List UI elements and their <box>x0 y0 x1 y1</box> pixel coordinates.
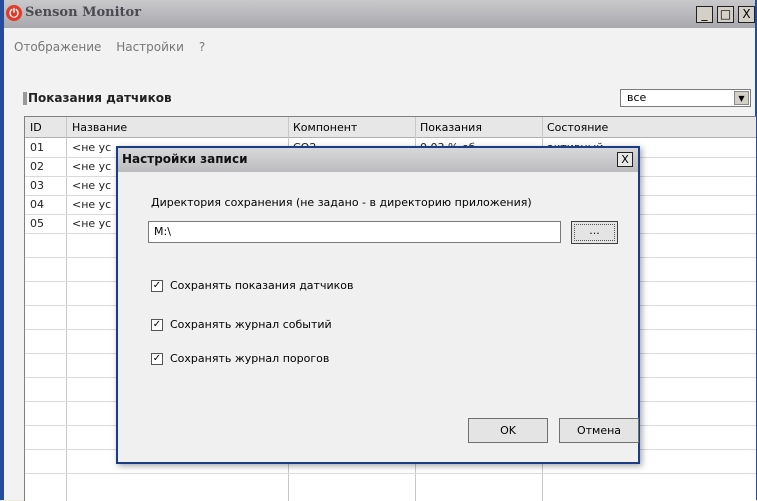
save-readings-label: Сохранять показания датчиков <box>170 279 354 292</box>
dialog-close-button[interactable]: X <box>617 152 633 167</box>
header-name[interactable]: Название <box>72 121 127 134</box>
save-thresholds-label: Сохранять журнал порогов <box>170 352 330 365</box>
close-button[interactable]: X <box>738 6 755 23</box>
ok-button[interactable]: OK <box>468 418 548 443</box>
cell-name[interactable]: <не ус <box>72 217 111 230</box>
menu-bar: Отображение Настройки ? <box>14 40 216 54</box>
header-id[interactable]: ID <box>30 121 42 134</box>
save-readings-checkbox[interactable]: ✓ <box>151 280 163 292</box>
save-events-label: Сохранять журнал событий <box>170 318 332 331</box>
dialog-title-bar[interactable]: Настройки записи X <box>118 148 638 172</box>
cell-name[interactable]: <не ус <box>72 160 111 173</box>
column-divider <box>66 117 67 501</box>
filter-dropdown[interactable]: все ▼ <box>620 89 751 107</box>
chevron-down-icon[interactable]: ▼ <box>734 91 749 105</box>
cell-name[interactable]: <не ус <box>72 141 111 154</box>
header-reading[interactable]: Показания <box>420 121 482 134</box>
cell-id[interactable]: 04 <box>30 198 44 211</box>
maximize-button[interactable]: □ <box>717 6 734 23</box>
save-thresholds-checkbox[interactable]: ✓ <box>151 353 163 365</box>
directory-input[interactable]: M:\ <box>148 221 561 243</box>
minimize-button[interactable]: _ <box>696 6 713 23</box>
filter-value: все <box>627 91 647 104</box>
cancel-button[interactable]: Отмена <box>559 418 639 443</box>
cell-id[interactable]: 01 <box>30 141 44 154</box>
menu-display[interactable]: Отображение <box>14 40 101 54</box>
row-divider <box>25 473 756 474</box>
cell-name[interactable]: <не ус <box>72 198 111 211</box>
cell-name[interactable]: <не ус <box>72 179 111 192</box>
dialog-title: Настройки записи <box>122 152 248 166</box>
panel-title: Показания датчиков <box>23 91 172 105</box>
cell-id[interactable]: 03 <box>30 179 44 192</box>
browse-button[interactable]: ... <box>571 221 618 244</box>
record-settings-dialog: Настройки записи X Директория сохранения… <box>116 146 640 464</box>
header-component[interactable]: Компонент <box>293 121 357 134</box>
save-events-checkbox[interactable]: ✓ <box>151 319 163 331</box>
table-header: ID Название Компонент Показания Состояни… <box>25 117 756 138</box>
menu-settings[interactable]: Настройки <box>116 40 184 54</box>
window-title: Senson Monitor <box>25 5 142 20</box>
header-state[interactable]: Состояние <box>547 121 608 134</box>
power-icon: ⏻ <box>6 5 22 21</box>
title-bar[interactable]: ⏻ Senson Monitor _ □ X <box>4 0 755 28</box>
cell-id[interactable]: 05 <box>30 217 44 230</box>
cell-id[interactable]: 02 <box>30 160 44 173</box>
directory-label: Директория сохранения (не задано - в дир… <box>151 196 532 209</box>
menu-help[interactable]: ? <box>199 40 205 54</box>
